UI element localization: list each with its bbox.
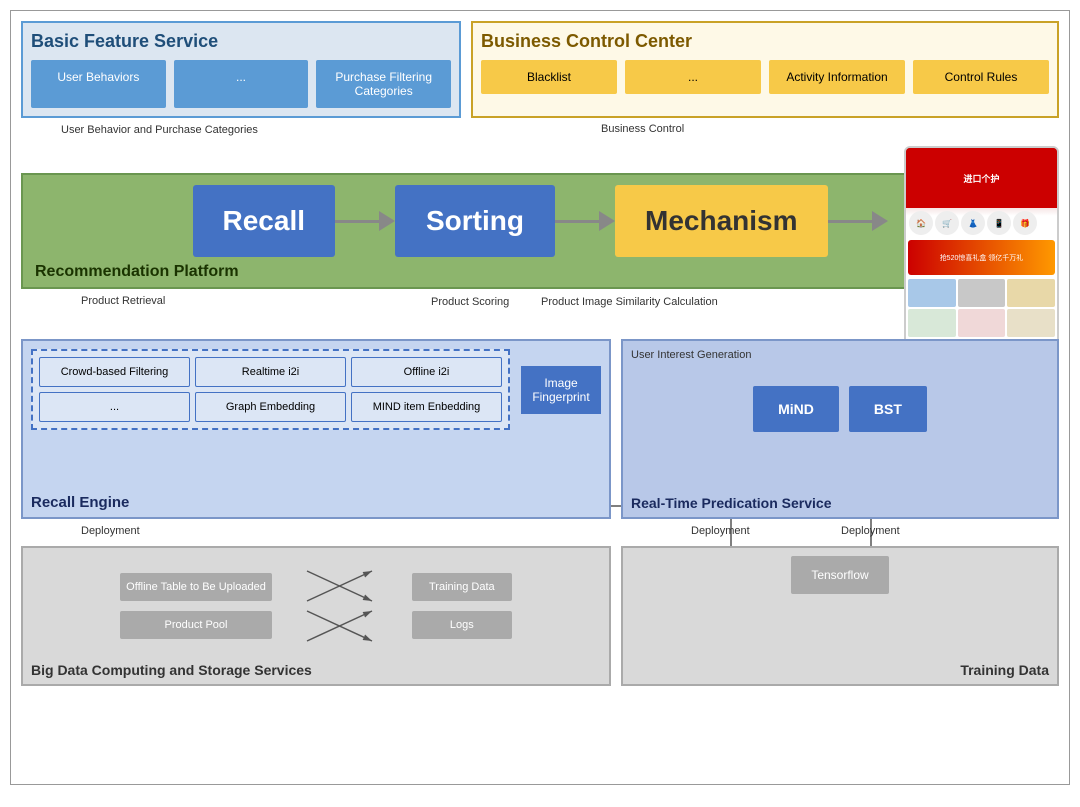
bottom-panels: Crowd-based Filtering Realtime i2i Offli…: [11, 339, 1069, 519]
user-interest-label: User Interest Generation: [631, 349, 1049, 361]
bigdata-left-panel: Offline Table to Be Uploaded Product Poo…: [21, 546, 611, 686]
main-container: Basic Feature Service User Behaviors ...…: [10, 10, 1070, 785]
deployment-right: Deployment: [841, 525, 900, 537]
re-item-4: Graph Embedding: [195, 392, 346, 422]
re-item-2: Offline i2i: [351, 357, 502, 387]
label-product-image: Product Image Similarity Calculation: [541, 295, 718, 309]
image-fingerprint-wrapper: Image Fingerprint: [516, 349, 601, 430]
rec-platform-title: Recommendation Platform: [35, 263, 239, 281]
re-item-3: ...: [39, 392, 190, 422]
mechanism-box: Mechanism: [615, 185, 828, 257]
re-item-0: Crowd-based Filtering: [39, 357, 190, 387]
bf-item-1: ...: [174, 60, 309, 108]
mobile-icon-5: 🎁: [1013, 211, 1037, 235]
business-center-title: Business Control Center: [481, 31, 1049, 52]
basic-feature-items: User Behaviors ... Purchase Filtering Ca…: [31, 60, 451, 108]
deployment-left: Deployment: [81, 525, 140, 537]
annotation-business-control: Business Control: [601, 123, 684, 135]
bigdata-left-title: Big Data Computing and Storage Services: [31, 662, 312, 678]
realtime-panel: User Interest Generation MiND BST Real-T…: [621, 339, 1059, 519]
mobile-banner-text: 抢520惊喜礼盒 领亿千万礼: [940, 253, 1024, 263]
recall-engine-panel: Crowd-based Filtering Realtime i2i Offli…: [21, 339, 611, 519]
bf-item-0: User Behaviors: [31, 60, 166, 108]
bc-item-1: ...: [625, 60, 761, 94]
recall-inner: Crowd-based Filtering Realtime i2i Offli…: [31, 349, 601, 430]
realtime-inner: MiND BST: [631, 366, 1049, 432]
bf-item-2: Purchase Filtering Categories: [316, 60, 451, 108]
bc-item-3: Control Rules: [913, 60, 1049, 94]
label-product-retrieval: Product Retrieval: [81, 295, 165, 307]
image-fingerprint-box: Image Fingerprint: [521, 366, 601, 414]
annotation-user-behavior: User Behavior and Purchase Categories: [61, 123, 258, 137]
business-control-center: Business Control Center Blacklist ... Ac…: [471, 21, 1059, 118]
bd-training-data: Training Data: [412, 573, 512, 601]
basic-feature-title: Basic Feature Service: [31, 31, 451, 52]
mobile-icon-1: 🏠: [909, 211, 933, 235]
deployment-row: Deployment Deployment Deployment: [11, 521, 1069, 546]
mobile-icon-2: 🛒: [935, 211, 959, 235]
bigdata-right-panel: Tensorflow Training Data: [621, 546, 1059, 686]
bigdata-right-title: Training Data: [960, 662, 1049, 678]
bigdata-right-col: Training Data Logs: [412, 573, 512, 639]
basic-feature-service: Basic Feature Service User Behaviors ...…: [21, 21, 461, 118]
mobile-banner: 抢520惊喜礼盒 领亿千万礼: [908, 240, 1055, 275]
mobile-icon-4: 📱: [987, 211, 1011, 235]
bc-item-2: Activity Information: [769, 60, 905, 94]
bigdata-right-flow: Tensorflow: [631, 556, 1049, 676]
tensorflow-box: Tensorflow: [791, 556, 888, 594]
rt-item-mind: MiND: [753, 386, 839, 432]
recall-dashed-box: Crowd-based Filtering Realtime i2i Offli…: [31, 349, 510, 430]
mobile-icons-row: 🏠 🛒 👗 📱 🎁: [906, 208, 1057, 238]
bd-product-pool: Product Pool: [120, 611, 272, 639]
mobile-icon-3: 👗: [961, 211, 985, 235]
sorting-box: Sorting: [395, 185, 555, 257]
recall-box: Recall: [193, 185, 336, 257]
bigdata-flow: Offline Table to Be Uploaded Product Poo…: [31, 556, 601, 676]
bigdata-left-col: Offline Table to Be Uploaded Product Poo…: [120, 573, 272, 639]
bd-logs: Logs: [412, 611, 512, 639]
deployment-center: Deployment: [691, 525, 750, 537]
re-item-5: MIND item Enbedding: [351, 392, 502, 422]
mobile-top-bar: 进口个护: [906, 148, 1057, 208]
bd-offline-table: Offline Table to Be Uploaded: [120, 573, 272, 601]
rec-flow: Recall Sorting Mechanism: [43, 185, 1037, 257]
re-item-1: Realtime i2i: [195, 357, 346, 387]
cross-arrows-svg: [302, 566, 382, 646]
label-product-scoring: Product Scoring: [431, 295, 509, 309]
realtime-title: Real-Time Predication Service: [631, 495, 832, 511]
labels-row: Product Retrieval Product Scoring Produc…: [11, 289, 1069, 339]
bigdata-panels: Offline Table to Be Uploaded Product Poo…: [11, 546, 1069, 686]
rt-item-bst: BST: [849, 386, 927, 432]
bc-item-0: Blacklist: [481, 60, 617, 94]
top-row: Basic Feature Service User Behaviors ...…: [11, 11, 1069, 118]
recall-engine-title: Recall Engine: [31, 494, 129, 511]
mobile-top-text: 进口个护: [963, 172, 999, 185]
business-items: Blacklist ... Activity Information Contr…: [481, 60, 1049, 94]
